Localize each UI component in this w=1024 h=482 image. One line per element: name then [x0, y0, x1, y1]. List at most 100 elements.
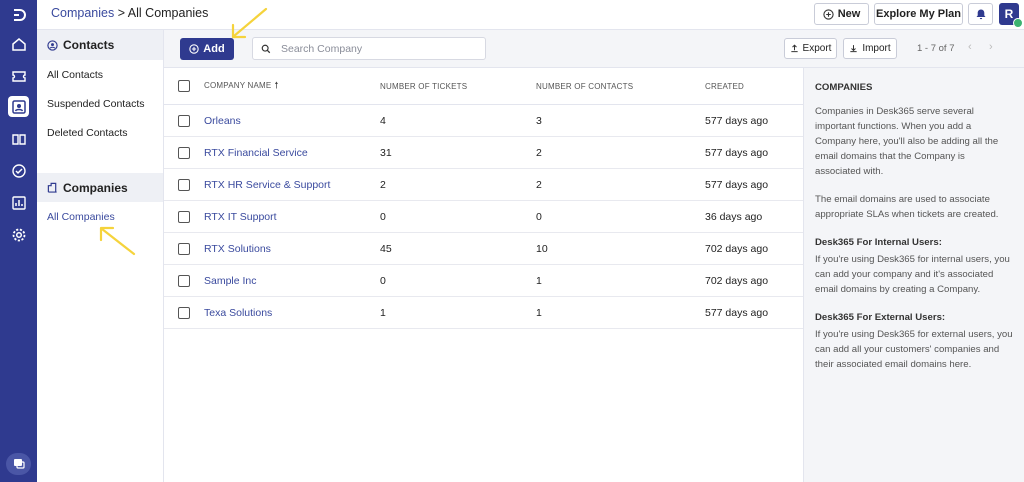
table-row: Orleans 4 3 577 days ago: [164, 105, 803, 137]
column-company-name-label: COMPANY NAME: [204, 81, 272, 90]
settings-icon[interactable]: [8, 224, 29, 245]
contact-count: 1: [536, 274, 542, 287]
pagination-count: 1 - 7 of 7: [917, 43, 955, 54]
info-external-text: If you're using Desk365 for external use…: [815, 329, 1013, 370]
ticket-count: 4: [380, 114, 386, 127]
search-company-input[interactable]: [281, 42, 471, 55]
row-checkbox[interactable]: [178, 210, 190, 223]
new-button-label: New: [837, 8, 861, 20]
prev-page-icon[interactable]: ‹: [968, 41, 972, 53]
import-label: Import: [862, 43, 891, 54]
table-row: RTX Financial Service 31 2 577 days ago: [164, 137, 803, 169]
subnav-item-all-contacts[interactable]: All Contacts: [37, 60, 163, 89]
row-checkbox[interactable]: [178, 306, 190, 319]
contacts-heading: Contacts: [63, 38, 115, 52]
explore-plan-button[interactable]: Explore My Plan: [874, 3, 963, 25]
company-name-link[interactable]: Sample Inc: [204, 275, 257, 287]
table-row: RTX Solutions 45 10 702 days ago: [164, 233, 803, 265]
ticket-count: 1: [380, 306, 386, 319]
subnav-item-suspended-contacts[interactable]: Suspended Contacts: [37, 89, 163, 118]
bell-icon: [976, 9, 985, 20]
contact-count: 0: [536, 210, 542, 223]
company-name-link[interactable]: Orleans: [204, 115, 241, 127]
table-row: Texa Solutions 1 1 577 days ago: [164, 297, 803, 329]
ticket-count: 31: [380, 146, 392, 159]
ticket-count: 45: [380, 242, 392, 255]
search-icon: [261, 44, 271, 53]
companies-section-header: Companies: [37, 173, 163, 202]
column-company-name[interactable]: COMPANY NAME 🠕: [204, 78, 279, 94]
contact-count: 10: [536, 242, 548, 255]
desk365-logo-icon[interactable]: [8, 4, 29, 25]
created-date: 577 days ago: [705, 146, 769, 159]
new-button[interactable]: New: [814, 3, 869, 25]
chat-icon[interactable]: [6, 453, 31, 475]
column-created: CREATED: [705, 81, 745, 91]
explore-plan-label: Explore My Plan: [876, 8, 961, 20]
row-checkbox[interactable]: [178, 242, 190, 255]
row-checkbox[interactable]: [178, 178, 190, 191]
company-search: [252, 37, 486, 60]
online-status-icon: [1013, 18, 1023, 28]
contact-count: 1: [536, 306, 542, 319]
companies-info-panel: COMPANIES Companies in Desk365 serve sev…: [803, 68, 1024, 482]
contact-count: 3: [536, 114, 542, 127]
company-name-link[interactable]: RTX Solutions: [204, 243, 271, 255]
row-checkbox[interactable]: [178, 274, 190, 287]
created-date: 577 days ago: [705, 178, 769, 191]
tasks-icon[interactable]: [8, 160, 29, 181]
breadcrumb: Companies > All Companies: [51, 6, 208, 20]
created-date: 577 days ago: [705, 306, 769, 319]
breadcrumb-separator: >: [114, 6, 128, 20]
info-paragraph-domains: The email domains are used to associate …: [815, 194, 999, 220]
created-date: 702 days ago: [705, 274, 769, 287]
breadcrumb-current: All Companies: [127, 6, 209, 20]
info-internal-text: If you're using Desk365 for internal use…: [815, 254, 1010, 295]
avatar-initial: R: [1004, 7, 1014, 21]
info-external-heading: Desk365 For External Users:: [815, 312, 946, 323]
home-icon[interactable]: [8, 33, 29, 54]
table-header: COMPANY NAME 🠕 NUMBER OF TICKETS NUMBER O…: [164, 68, 803, 105]
table-row: RTX IT Support 0 0 36 days ago: [164, 201, 803, 233]
company-name-link[interactable]: RTX HR Service & Support: [204, 179, 330, 191]
ticket-count: 2: [380, 178, 386, 191]
reports-icon[interactable]: [8, 192, 29, 213]
created-date: 577 days ago: [705, 114, 769, 127]
annotation-arrow-icon: [231, 7, 268, 39]
plus-circle-icon: [823, 8, 834, 20]
companies-table: COMPANY NAME 🠕 NUMBER OF TICKETS NUMBER O…: [164, 68, 803, 329]
import-button[interactable]: Import: [843, 38, 897, 59]
top-bar: Companies > All Companies New Explore My…: [37, 0, 1024, 30]
export-label: Export: [802, 43, 832, 54]
knowledge-base-icon[interactable]: [8, 128, 29, 149]
next-page-icon[interactable]: ›: [989, 41, 993, 53]
contact-circle-icon: [47, 39, 58, 51]
column-number-of-tickets: NUMBER OF TICKETS: [380, 81, 468, 91]
row-checkbox[interactable]: [178, 114, 190, 127]
select-all-checkbox[interactable]: [178, 80, 190, 92]
tickets-icon[interactable]: [8, 65, 29, 86]
contacts-icon[interactable]: [8, 96, 29, 117]
notifications-button[interactable]: [968, 3, 993, 25]
breadcrumb-companies-link[interactable]: Companies: [51, 6, 114, 20]
row-checkbox[interactable]: [178, 146, 190, 159]
plus-circle-icon: [189, 44, 200, 54]
ticket-count: 0: [380, 274, 386, 287]
contact-count: 2: [536, 146, 542, 159]
annotation-arrow-icon: [99, 226, 136, 256]
user-avatar[interactable]: R: [999, 3, 1023, 28]
export-button[interactable]: Export: [784, 38, 837, 59]
upload-icon: [790, 44, 798, 53]
companies-heading: Companies: [63, 180, 128, 195]
company-name-link[interactable]: RTX IT Support: [204, 211, 277, 223]
table-row: Sample Inc 0 1 702 days ago: [164, 265, 803, 297]
sort-ascending-icon: 🠕: [274, 80, 279, 90]
add-button-label: Add: [203, 43, 225, 55]
created-date: 702 days ago: [705, 242, 769, 255]
info-internal-heading: Desk365 For Internal Users:: [815, 237, 942, 248]
company-name-link[interactable]: Texa Solutions: [204, 307, 272, 319]
subnav-item-deleted-contacts[interactable]: Deleted Contacts: [37, 118, 163, 147]
company-name-link[interactable]: RTX Financial Service: [204, 147, 308, 159]
info-paragraph-functions: Companies in Desk365 serve several impor…: [815, 106, 999, 177]
contacts-section-header: Contacts: [37, 30, 163, 60]
